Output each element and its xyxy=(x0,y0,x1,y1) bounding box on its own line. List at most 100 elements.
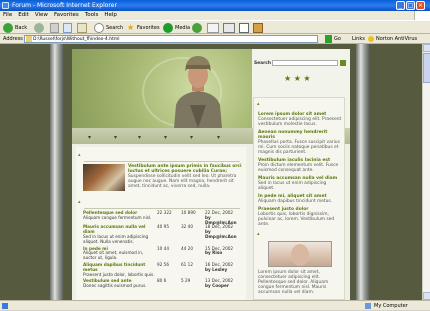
scroll-thumb[interactable] xyxy=(423,53,430,83)
favorites-button[interactable]: Favorites xyxy=(137,23,160,33)
sidebar-item-body: Sed in lacus ut enim adipiscing aliquet. xyxy=(258,181,327,191)
table-row[interactable]: Aliquam dapibus tincidunt metus Praesent … xyxy=(82,262,242,279)
topic-cell: Pellentesque sed dolor Aliquam congue fer… xyxy=(82,210,156,225)
page-icon xyxy=(26,36,32,42)
menu-favorites[interactable]: Favorites xyxy=(51,11,82,20)
scroll-up-arrow-icon[interactable] xyxy=(423,44,430,52)
list-item: Praesent justo dolor Lobortis quis, lobor… xyxy=(258,207,342,227)
search-go-button[interactable] xyxy=(340,60,346,66)
web-page: Search ★ ★ ★ ▾ ▾ ▾ ▾ ▾ ▾ ▴ Vestibulum an… xyxy=(0,44,422,300)
links-button[interactable]: Links xyxy=(352,34,365,44)
topic-cell: Aliquam dapibus tincidunt metus Praesent … xyxy=(82,262,156,279)
divider xyxy=(84,208,240,209)
table-row[interactable]: Mauris accumsan nulla vel diam Sed in lac… xyxy=(82,224,242,246)
media-button[interactable]: Media xyxy=(175,23,190,33)
list-item: Aenean nonummy hendrerit mauris Phasellus… xyxy=(258,130,342,155)
nav-item-5[interactable]: ▾ xyxy=(190,134,193,141)
nav-item-3[interactable]: ▾ xyxy=(138,134,141,141)
section-marker-icon: ▴ xyxy=(78,199,81,205)
forward-arrow-icon[interactable] xyxy=(34,23,44,33)
maximize-button[interactable]: □ xyxy=(406,1,415,10)
soldier-photo xyxy=(174,56,222,128)
topic-desc: Donec sagittis euismod purus. xyxy=(83,283,147,289)
history-icon[interactable] xyxy=(192,23,202,33)
mail-icon[interactable] xyxy=(207,23,219,33)
list-item: Mauris accumsan nulla vel diam Sed in lac… xyxy=(258,176,342,191)
media-icon[interactable] xyxy=(163,23,173,33)
list-item: Lorem ipsum dolor sit amet Consectetuer a… xyxy=(258,112,342,127)
close-button[interactable]: × xyxy=(416,1,425,10)
address-input[interactable]: D:\Russel\forjs\Without_fl\index-4.html xyxy=(24,35,318,43)
search-icon[interactable] xyxy=(94,23,104,33)
discuss-icon[interactable] xyxy=(253,23,263,33)
stop-icon[interactable] xyxy=(50,23,59,33)
sidebar-item-body: Lobortis quis, lobortis dignissim, pulvi… xyxy=(258,212,335,227)
sidebar-item-title[interactable]: Aenean nonummy hendrerit mauris xyxy=(258,130,342,140)
menu-file[interactable]: File xyxy=(0,11,15,20)
sidebar-item-body: Consectetuer adipiscing elit. Praesent v… xyxy=(258,117,342,127)
divider xyxy=(84,161,240,162)
topics-table: Pellentesque sed dolor Aliquam congue fer… xyxy=(82,210,242,291)
table-row[interactable]: Pellentesque sed dolor Aliquam congue fer… xyxy=(82,210,242,225)
nav-item-6[interactable]: ▾ xyxy=(217,134,220,141)
topic-cell: In pede mi Aliquet sit amet, euismod in, … xyxy=(82,246,156,263)
done-icon xyxy=(2,303,8,309)
menu-help[interactable]: Help xyxy=(101,11,120,20)
ie-icon xyxy=(2,2,9,9)
go-arrow-icon[interactable] xyxy=(325,35,332,43)
profile-photo xyxy=(268,241,332,267)
topic-author[interactable]: by Dmp@lm:Aon xyxy=(205,229,241,240)
vertical-scrollbar[interactable] xyxy=(422,44,430,300)
section-marker-icon: ▴ xyxy=(257,101,260,107)
topic-last-post: 15 Dec, 2002 by Riso xyxy=(204,246,242,263)
table-row[interactable]: Vestibulum sed ante Donec sagittis euismo… xyxy=(82,279,242,291)
face xyxy=(291,244,309,266)
section-marker-icon: ▴ xyxy=(257,231,260,237)
section-marker-icon: ▴ xyxy=(78,152,81,158)
sidebar-item-body: Phasellus porta. Fusce suscipit varius m… xyxy=(258,140,340,155)
sidebar-news-list: Lorem ipsum dolor sit amet Consectetuer a… xyxy=(258,112,342,230)
topic-desc: Aliquam congue fermentum nisl. xyxy=(83,214,152,220)
topic-last-post: 18 Dec, 2002 by Dmp@lm:Aon xyxy=(204,225,242,246)
nav-item-1[interactable]: ▾ xyxy=(88,134,91,141)
table-row[interactable]: In pede mi Aliquet sit amet, euismod in, … xyxy=(82,246,242,263)
edit-icon[interactable] xyxy=(239,23,249,33)
toolbar: Back Search ★ Favorites Media xyxy=(0,20,430,34)
topic-desc: Sed in lacus ut enim adipiscing aliquet.… xyxy=(83,233,149,244)
topic-author[interactable]: by Riso xyxy=(205,251,241,256)
nav-item-4[interactable]: ▾ xyxy=(164,134,167,141)
left-pillar xyxy=(50,44,64,300)
sidebar-item-body: Aliquam dapibus tincidunt metus. xyxy=(258,199,333,204)
topic-views: 32 40 xyxy=(181,224,193,230)
nav-item-2[interactable]: ▾ xyxy=(114,134,117,141)
back-arrow-icon[interactable] xyxy=(3,23,13,33)
topic-posts: 40 95 xyxy=(157,224,169,230)
topic-author[interactable]: by Cooper xyxy=(205,283,241,289)
favorites-star-icon[interactable]: ★ xyxy=(127,23,134,33)
go-button[interactable]: Go xyxy=(334,34,341,44)
topic-author[interactable]: by Lesley xyxy=(205,267,241,273)
news-title[interactable]: Vestibulum ante ipsum primis in faucibus… xyxy=(128,164,242,174)
print-icon[interactable] xyxy=(223,23,235,33)
topic-last-post: 22 Dec, 2002 by Dmp@lm:Aon xyxy=(204,210,242,225)
news-text: Vestibulum ante ipsum primis in faucibus… xyxy=(128,164,242,189)
back-button[interactable]: Back xyxy=(15,23,27,33)
windows-logo-icon xyxy=(414,11,430,20)
list-item: Vestibulum iaculis lacinia est Proin dict… xyxy=(258,158,342,173)
topic-posts: 80 6 xyxy=(157,278,167,284)
menu-view[interactable]: View xyxy=(32,11,51,20)
refresh-icon[interactable] xyxy=(63,23,72,33)
topic-cell: Mauris accumsan nulla vel diam Sed in lac… xyxy=(82,225,156,246)
search-button[interactable]: Search xyxy=(106,23,123,33)
menu-tools[interactable]: Tools xyxy=(82,11,102,20)
profile-text: Lorem ipsum dolor sit amet, consectetuer… xyxy=(258,270,329,295)
site-search-input[interactable] xyxy=(272,60,338,66)
norton-icon xyxy=(368,36,374,42)
list-item: In pede mi, aliquet sit amet Aliquam dapi… xyxy=(258,194,342,204)
minimize-button[interactable]: _ xyxy=(396,1,405,10)
topic-last-post: 13 Dec, 2002 by Cooper xyxy=(204,279,242,291)
home-icon[interactable] xyxy=(77,23,87,33)
norton-antivirus[interactable]: Norton AntiVirus xyxy=(376,34,417,44)
menu-edit[interactable]: Edit xyxy=(15,11,32,20)
scroll-down-arrow-icon[interactable] xyxy=(423,292,430,300)
